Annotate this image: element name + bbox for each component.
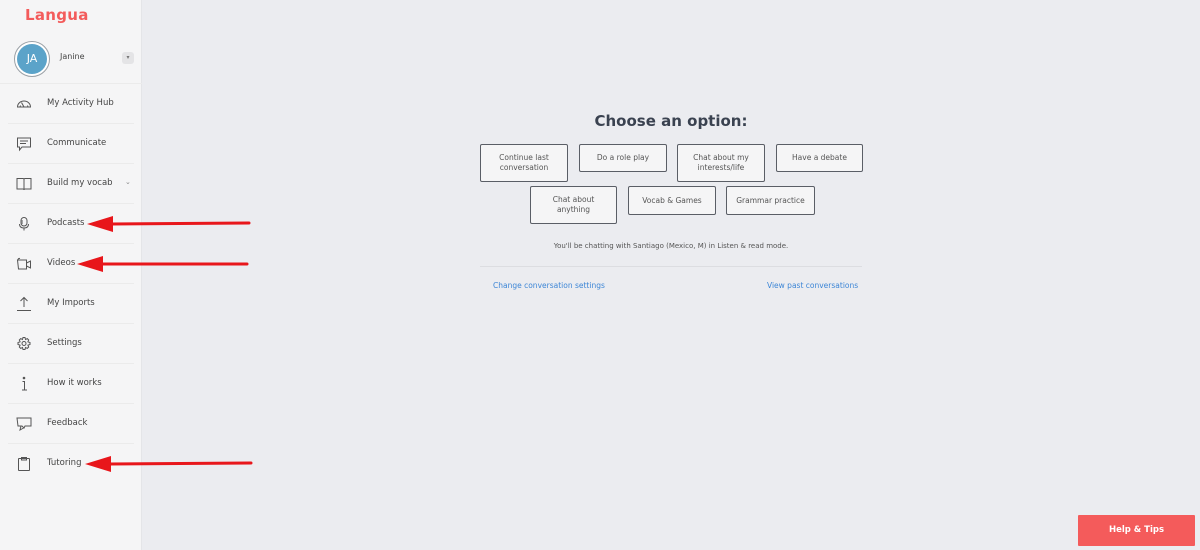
change-conversation-settings-link[interactable]: Change conversation settings (493, 281, 605, 290)
annotation-arrow-tutoring (85, 456, 253, 472)
sidebar-item-activity-hub[interactable]: My Activity Hub (8, 84, 134, 124)
gauge-icon (16, 96, 32, 112)
option-vocab-games[interactable]: Vocab & Games (628, 186, 716, 215)
option-debate[interactable]: Have a debate (776, 144, 863, 172)
option-chat-anything[interactable]: Chat about anything (530, 186, 617, 224)
chevron-down-icon[interactable]: ▾ (122, 52, 134, 64)
sidebar-item-my-imports[interactable]: My Imports (8, 284, 134, 324)
chat-partner-info: You'll be chatting with Santiago (Mexico… (553, 242, 789, 250)
clipboard-icon (16, 456, 32, 472)
chevron-down-icon[interactable]: ⌄ (125, 178, 131, 186)
option-continue-last-conversation[interactable]: Continue last conversation (480, 144, 568, 182)
option-grammar-practice[interactable]: Grammar practice (726, 186, 815, 215)
sidebar-item-how-it-works[interactable]: How it works (8, 364, 134, 404)
sidebar-item-label: Communicate (47, 138, 107, 148)
chat-bubble-icon (16, 136, 32, 152)
sidebar-item-label: Settings (47, 338, 82, 348)
view-past-conversations-link[interactable]: View past conversations (767, 281, 858, 290)
avatar[interactable]: JA (14, 41, 50, 77)
book-icon (16, 176, 32, 192)
sidebar-item-label: Feedback (47, 418, 88, 428)
sidebar-item-label: My Activity Hub (47, 98, 114, 108)
sidebar-item-build-vocab[interactable]: Build my vocab ⌄ (8, 164, 134, 204)
avatar-initials: JA (17, 44, 47, 74)
sidebar-item-label: Tutoring (47, 458, 82, 468)
sidebar-item-label: Build my vocab (47, 178, 113, 188)
sidebar-item-settings[interactable]: Settings (8, 324, 134, 364)
sidebar-item-communicate[interactable]: Communicate (8, 124, 134, 164)
user-menu[interactable]: JA Janine ▾ (0, 36, 142, 84)
info-icon (16, 376, 32, 392)
option-chat-interests[interactable]: Chat about my interests/life (677, 144, 765, 182)
logo[interactable]: Langua (25, 6, 89, 24)
feedback-icon (16, 416, 32, 432)
sidebar-item-feedback[interactable]: Feedback (8, 404, 134, 444)
page-title: Choose an option: (594, 112, 748, 130)
sidebar-item-label: Podcasts (47, 218, 85, 228)
upload-icon (16, 296, 32, 312)
sidebar-nav: My Activity Hub Communicate Build my voc… (0, 84, 142, 484)
help-tips-button[interactable]: Help & Tips (1078, 515, 1195, 546)
microphone-icon (16, 216, 32, 232)
username: Janine (60, 52, 85, 61)
annotation-arrow-videos (77, 256, 249, 272)
annotation-arrow-podcasts (87, 216, 251, 232)
option-role-play[interactable]: Do a role play (579, 144, 667, 172)
divider (480, 266, 862, 267)
gear-icon (16, 336, 32, 352)
sidebar-item-label: My Imports (47, 298, 95, 308)
video-camera-icon (16, 256, 32, 272)
sidebar-item-label: Videos (47, 258, 76, 268)
sidebar-item-label: How it works (47, 378, 102, 388)
